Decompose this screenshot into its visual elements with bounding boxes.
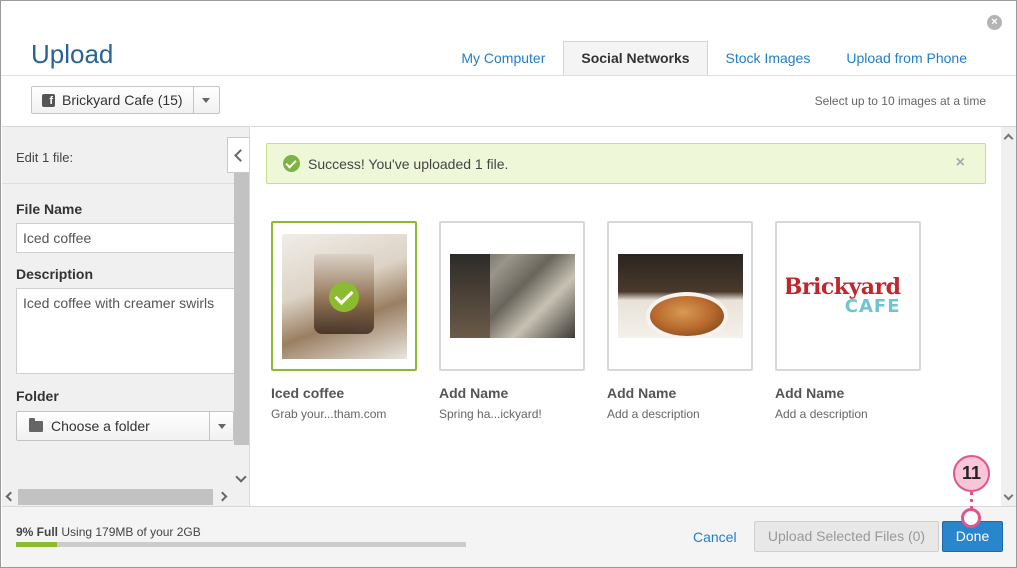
tab-my-computer[interactable]: My Computer — [443, 41, 563, 76]
image-thumbnail[interactable] — [607, 221, 753, 371]
chevron-up-icon[interactable] — [1003, 133, 1014, 144]
image-card[interactable]: Add Name Add a description — [607, 221, 753, 421]
facebook-icon: f — [42, 93, 55, 107]
close-icon[interactable]: × — [987, 15, 1002, 30]
cancel-link[interactable]: Cancel — [693, 529, 737, 545]
storage-progress-fill — [16, 542, 57, 547]
image-card[interactable]: Add Name Spring ha...ickyard! — [439, 221, 585, 421]
chevron-left-icon[interactable] — [5, 491, 16, 502]
image-gallery: Success! You've uploaded 1 file. × Iced … — [251, 126, 1001, 506]
select-hint: Select up to 10 images at a time — [814, 94, 986, 108]
storage-percent: 9% Full — [16, 525, 59, 539]
folder-select[interactable]: Choose a folder — [16, 411, 234, 441]
chevron-right-icon[interactable] — [217, 491, 228, 502]
description-input[interactable]: Iced coffee with creamer swirls — [16, 288, 238, 374]
image-name[interactable]: Add Name — [607, 385, 753, 401]
espresso-machine-image — [449, 254, 575, 338]
image-name[interactable]: Iced coffee — [271, 385, 417, 401]
success-alert: Success! You've uploaded 1 file. × — [266, 143, 986, 184]
chevron-down-icon[interactable] — [1003, 490, 1014, 501]
edit-panel-horizontal-scrollbar[interactable] — [2, 489, 234, 506]
image-thumbnail[interactable] — [271, 221, 417, 371]
dismiss-alert-icon[interactable]: × — [956, 154, 965, 172]
image-name[interactable]: Add Name — [775, 385, 921, 401]
file-name-input[interactable]: Iced coffee — [16, 223, 238, 253]
edit-count: Edit 1 file: — [16, 150, 74, 165]
brickyard-logo-image: Brickyard CAFE — [785, 254, 911, 338]
espresso-cup-image — [617, 254, 743, 338]
chevron-down-icon[interactable] — [235, 471, 247, 483]
image-thumbnail[interactable]: Brickyard CAFE — [775, 221, 921, 371]
account-select-value[interactable]: f Brickyard Cafe (15) — [32, 87, 193, 113]
image-description[interactable]: Add a description — [775, 407, 921, 421]
tab-social-networks[interactable]: Social Networks — [563, 41, 708, 76]
selected-check-icon — [329, 282, 359, 312]
gallery-vertical-scrollbar[interactable] — [1001, 126, 1016, 506]
edit-divider — [2, 183, 234, 184]
step-number-badge: 11 — [953, 455, 990, 492]
image-card[interactable]: Brickyard CAFE Add Name Add a descriptio… — [775, 221, 921, 421]
file-name-label: File Name — [16, 201, 83, 217]
tab-upload-from-phone[interactable]: Upload from Phone — [828, 41, 985, 76]
upload-dialog: × Upload My Computer Social Networks Sto… — [0, 0, 1017, 568]
step-pointer-line — [970, 492, 973, 509]
image-thumbnail[interactable] — [439, 221, 585, 371]
upload-selected-button[interactable]: Upload Selected Files (0) — [754, 521, 939, 552]
dialog-footer: 9% Full Using 179MB of your 2GB Cancel U… — [2, 506, 1016, 567]
tab-stock-images[interactable]: Stock Images — [708, 41, 829, 76]
account-dropdown-toggle[interactable] — [192, 87, 219, 113]
image-name[interactable]: Add Name — [439, 385, 585, 401]
edit-panel-vertical-scrollbar[interactable] — [234, 173, 249, 495]
chevron-down-icon — [217, 423, 226, 429]
collapse-panel-button[interactable] — [227, 137, 249, 173]
dialog-title: Upload — [31, 39, 114, 69]
folder-label: Folder — [16, 388, 59, 404]
image-description[interactable]: Spring ha...ickyard! — [439, 407, 585, 421]
horizontal-scroll-thumb[interactable] — [18, 489, 213, 505]
folder-value: Choose a folder — [51, 418, 150, 434]
vertical-scroll-thumb[interactable] — [234, 173, 249, 445]
image-description[interactable]: Grab your...tham.com — [271, 407, 417, 421]
step-target-ring — [961, 508, 981, 528]
chevron-down-icon — [202, 97, 211, 103]
storage-progress-bar — [16, 542, 466, 547]
account-select[interactable]: f Brickyard Cafe (15) — [31, 86, 220, 114]
account-name: Brickyard Cafe (15) — [62, 92, 183, 108]
folder-dropdown-toggle[interactable] — [209, 412, 233, 440]
success-text: Success! You've uploaded 1 file. — [308, 155, 509, 172]
folder-select-value[interactable]: Choose a folder — [17, 412, 209, 440]
logo-text: CAFE — [844, 296, 901, 317]
image-card[interactable]: Iced coffee Grab your...tham.com — [271, 221, 417, 421]
success-check-icon — [283, 155, 300, 172]
description-label: Description — [16, 266, 94, 282]
edit-panel: Edit 1 file: File Name Iced coffee Descr… — [2, 126, 250, 506]
storage-usage-text: Using 179MB of your 2GB — [61, 525, 201, 539]
source-tabs: My Computer Social Networks Stock Images… — [443, 41, 985, 76]
chevron-left-icon — [234, 148, 247, 162]
image-description[interactable]: Add a description — [607, 407, 753, 421]
header-divider — [1, 75, 1016, 76]
folder-icon — [29, 417, 43, 432]
storage-usage: 9% Full Using 179MB of your 2GB — [16, 525, 201, 539]
logo-text: Brickyard — [785, 274, 901, 300]
